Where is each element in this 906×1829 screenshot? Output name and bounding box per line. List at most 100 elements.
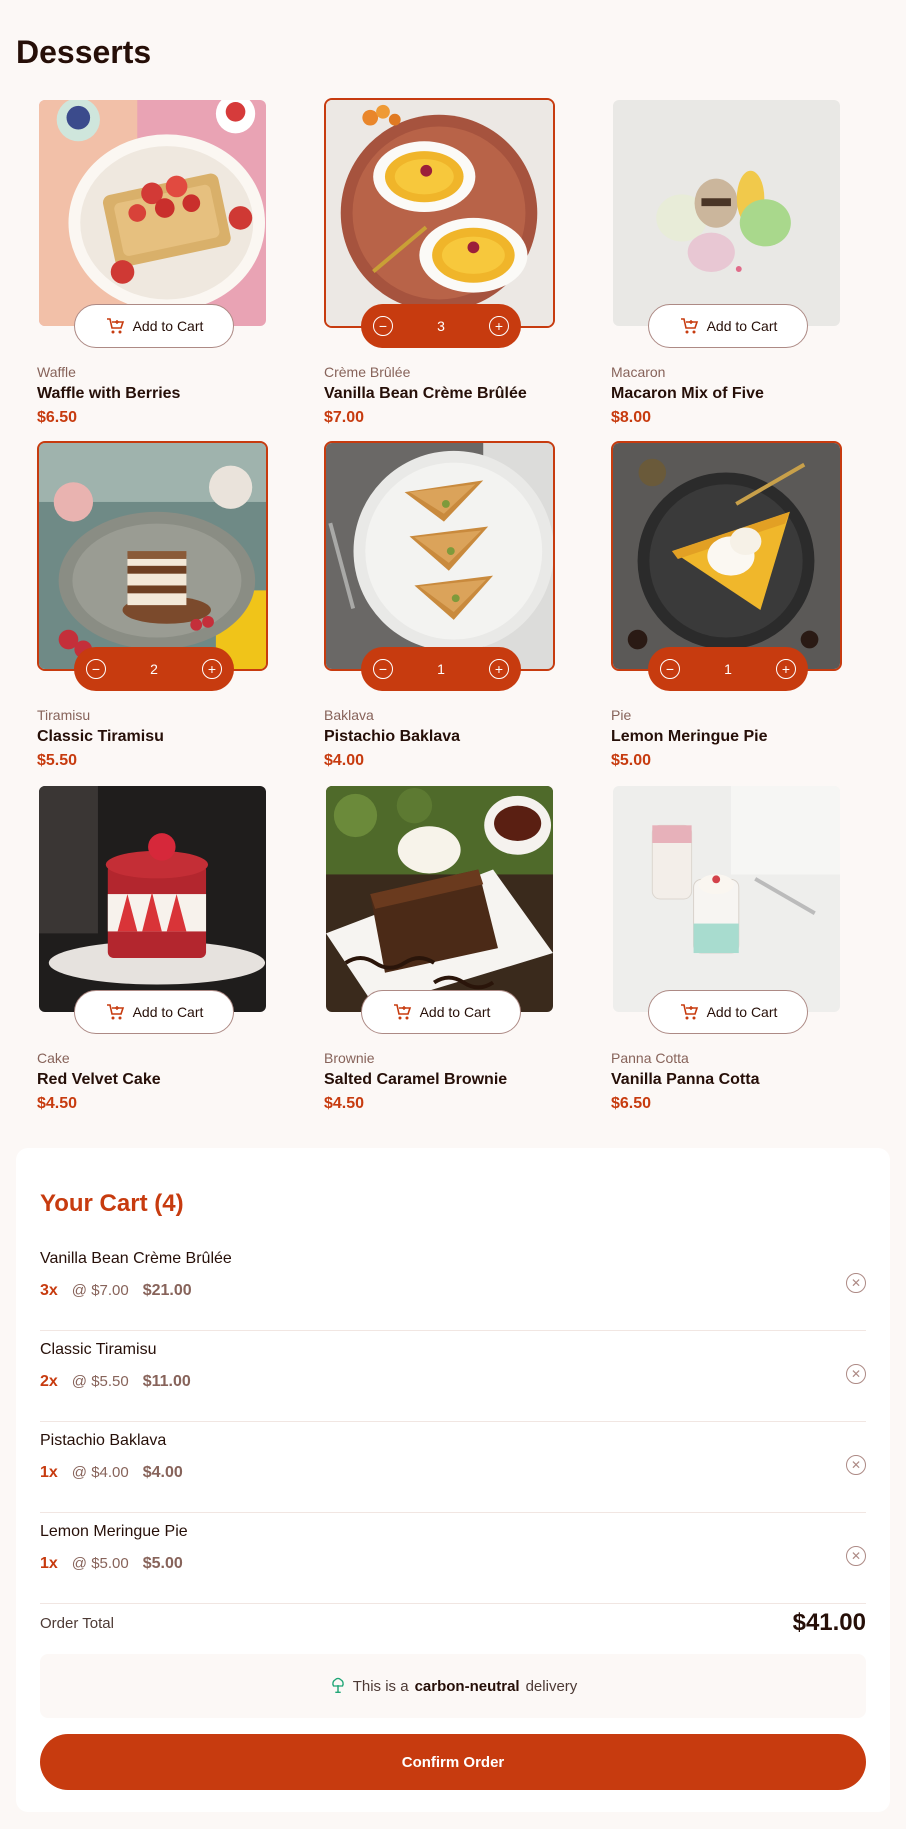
confirm-order-button[interactable]: Confirm Order <box>40 1734 866 1790</box>
carbon-text-prefix: This is a <box>352 1677 409 1695</box>
cart-item-unit-price: @ $5.50 <box>71 1373 129 1390</box>
increment-button[interactable]: + <box>201 659 222 679</box>
add-to-cart-label: Add to Cart <box>706 1004 778 1020</box>
quantity-stepper: − 1 + <box>361 647 521 691</box>
product-price: $7.00 <box>324 409 365 426</box>
add-to-cart-button[interactable]: Add to Cart <box>74 304 234 348</box>
product-name: Vanilla Panna Cotta <box>611 1071 760 1088</box>
carbon-text-bold: carbon-neutral <box>414 1677 520 1695</box>
order-total-label: Order Total <box>40 1614 114 1632</box>
order-total-value: $41.00 <box>792 1609 866 1636</box>
product-meta: Crème Brûlée Vanilla Bean Crème Brûlée $… <box>324 364 527 427</box>
product-card-brownie: Add to Cart Brownie Salted Caramel Brown… <box>324 784 555 1127</box>
product-image-cake <box>37 784 268 1014</box>
product-name: Pistachio Baklava <box>324 728 461 745</box>
product-card-tiramisu: − 2 + Tiramisu Classic Tiramisu $5.50 <box>37 441 268 784</box>
product-card-waffle: Add to Cart Waffle Waffle with Berries $… <box>37 98 268 441</box>
decrement-button[interactable]: − <box>86 659 106 679</box>
cart-item-details: 3x @ $7.00 $21.00 <box>40 1282 192 1300</box>
cart-item-details: 1x @ $4.00 $4.00 <box>40 1464 183 1482</box>
remove-item-icon[interactable]: ✕ <box>846 1364 866 1384</box>
product-category: Panna Cotta <box>611 1050 689 1066</box>
product-image-waffle <box>37 98 268 328</box>
product-meta: Panna Cotta Vanilla Panna Cotta $6.50 <box>611 1050 759 1113</box>
product-price: $8.00 <box>611 409 652 426</box>
increment-button[interactable]: + <box>488 659 509 679</box>
product-card-pie: − 1 + Pie Lemon Meringue Pie $5.00 <box>611 441 842 784</box>
cart-item-quantity: 3x <box>40 1282 58 1299</box>
cart-item-subtotal: $21.00 <box>142 1282 192 1299</box>
carbon-text-suffix: delivery <box>525 1677 578 1695</box>
add-to-cart-button[interactable]: Add to Cart <box>648 304 808 348</box>
cart-item-name: Vanilla Bean Crème Brûlée <box>40 1250 232 1267</box>
quantity-stepper: − 2 + <box>74 647 234 691</box>
product-meta: Baklava Pistachio Baklava $4.00 <box>324 707 460 770</box>
product-category: Brownie <box>324 1050 375 1066</box>
product-card-cake: Add to Cart Cake Red Velvet Cake $4.50 <box>37 784 268 1127</box>
product-image-panna-cotta <box>611 784 842 1014</box>
product-name: Vanilla Bean Crème Brûlée <box>324 385 527 402</box>
product-name: Red Velvet Cake <box>37 1071 161 1088</box>
add-to-cart-button[interactable]: Add to Cart <box>648 990 808 1034</box>
add-to-cart-icon <box>106 318 124 334</box>
decrement-button[interactable]: − <box>373 659 393 679</box>
product-price: $6.50 <box>37 409 78 426</box>
remove-item-icon[interactable]: ✕ <box>846 1273 866 1293</box>
product-meta: Cake Red Velvet Cake $4.50 <box>37 1050 161 1113</box>
product-price: $4.50 <box>37 1095 78 1112</box>
cart-item: Vanilla Bean Crème Brûlée 3x @ $7.00 $21… <box>40 1240 866 1331</box>
add-to-cart-icon <box>680 1004 698 1020</box>
product-price: $5.00 <box>611 752 652 769</box>
product-grid: Add to Cart Waffle Waffle with Berries $… <box>37 98 846 1127</box>
product-meta: Macaron Macaron Mix of Five $8.00 <box>611 364 764 427</box>
order-total-row: Order Total $41.00 <box>40 1609 866 1637</box>
remove-item-icon[interactable]: ✕ <box>846 1455 866 1475</box>
quantity-value: 1 <box>437 661 445 677</box>
cart-item-unit-price: @ $5.00 <box>71 1555 129 1572</box>
cart-item-quantity: 1x <box>40 1464 58 1481</box>
product-image-brownie <box>324 784 555 1014</box>
product-image-macaron <box>611 98 842 328</box>
product-card-baklava: − 1 + Baklava Pistachio Baklava $4.00 <box>324 441 555 784</box>
product-category: Macaron <box>611 364 666 380</box>
add-to-cart-icon <box>106 1004 124 1020</box>
quantity-value: 1 <box>724 661 732 677</box>
product-category: Tiramisu <box>37 707 91 723</box>
product-price: $5.50 <box>37 752 78 769</box>
add-to-cart-button[interactable]: Add to Cart <box>74 990 234 1034</box>
product-name: Classic Tiramisu <box>37 728 164 745</box>
decrement-button[interactable]: − <box>660 659 680 679</box>
page-title: Desserts <box>16 34 152 70</box>
product-image-pie <box>611 441 842 671</box>
product-price: $4.00 <box>324 752 365 769</box>
product-category: Cake <box>37 1050 70 1066</box>
add-to-cart-icon <box>393 1004 411 1020</box>
add-to-cart-button[interactable]: Add to Cart <box>361 990 521 1034</box>
cart-panel: Your Cart (4) Vanilla Bean Crème Brûlée … <box>16 1148 890 1812</box>
add-to-cart-label: Add to Cart <box>132 318 204 334</box>
cart-item-details: 2x @ $5.50 $11.00 <box>40 1373 191 1391</box>
cart-item-unit-price: @ $7.00 <box>71 1282 129 1299</box>
cart-item-quantity: 1x <box>40 1555 58 1572</box>
quantity-stepper: − 3 + <box>361 304 521 348</box>
product-price: $4.50 <box>324 1095 365 1112</box>
tree-icon <box>331 1677 344 1693</box>
product-meta: Tiramisu Classic Tiramisu $5.50 <box>37 707 164 770</box>
add-to-cart-label: Add to Cart <box>132 1004 204 1020</box>
add-to-cart-label: Add to Cart <box>419 1004 491 1020</box>
increment-button[interactable]: + <box>775 659 796 679</box>
product-image-creme-brulee <box>324 98 555 328</box>
product-category: Waffle <box>37 364 76 380</box>
cart-item-name: Classic Tiramisu <box>40 1341 157 1358</box>
decrement-button[interactable]: − <box>373 316 393 336</box>
quantity-stepper: − 1 + <box>648 647 808 691</box>
add-to-cart-label: Add to Cart <box>706 318 778 334</box>
product-category: Pie <box>611 707 632 723</box>
cart-item-subtotal: $11.00 <box>142 1373 191 1390</box>
increment-button[interactable]: + <box>488 316 509 336</box>
quantity-value: 2 <box>150 661 158 677</box>
product-category: Baklava <box>324 707 374 723</box>
product-name: Lemon Meringue Pie <box>611 728 768 745</box>
remove-item-icon[interactable]: ✕ <box>846 1546 866 1566</box>
product-meta: Waffle Waffle with Berries $6.50 <box>37 364 180 427</box>
